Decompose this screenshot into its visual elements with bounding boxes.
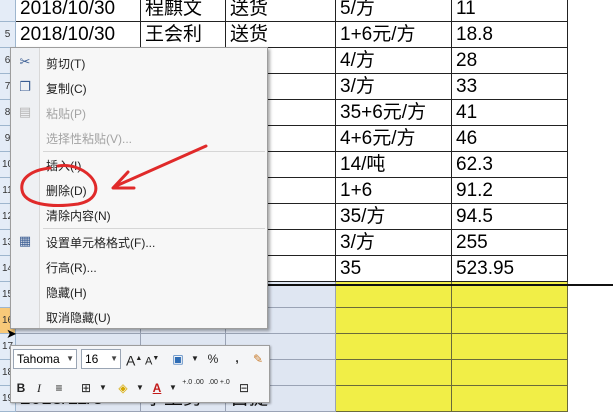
annotation-overlay bbox=[20, 144, 208, 207]
annotation-circle bbox=[20, 164, 98, 207]
annotation-arrow-line bbox=[114, 144, 208, 188]
